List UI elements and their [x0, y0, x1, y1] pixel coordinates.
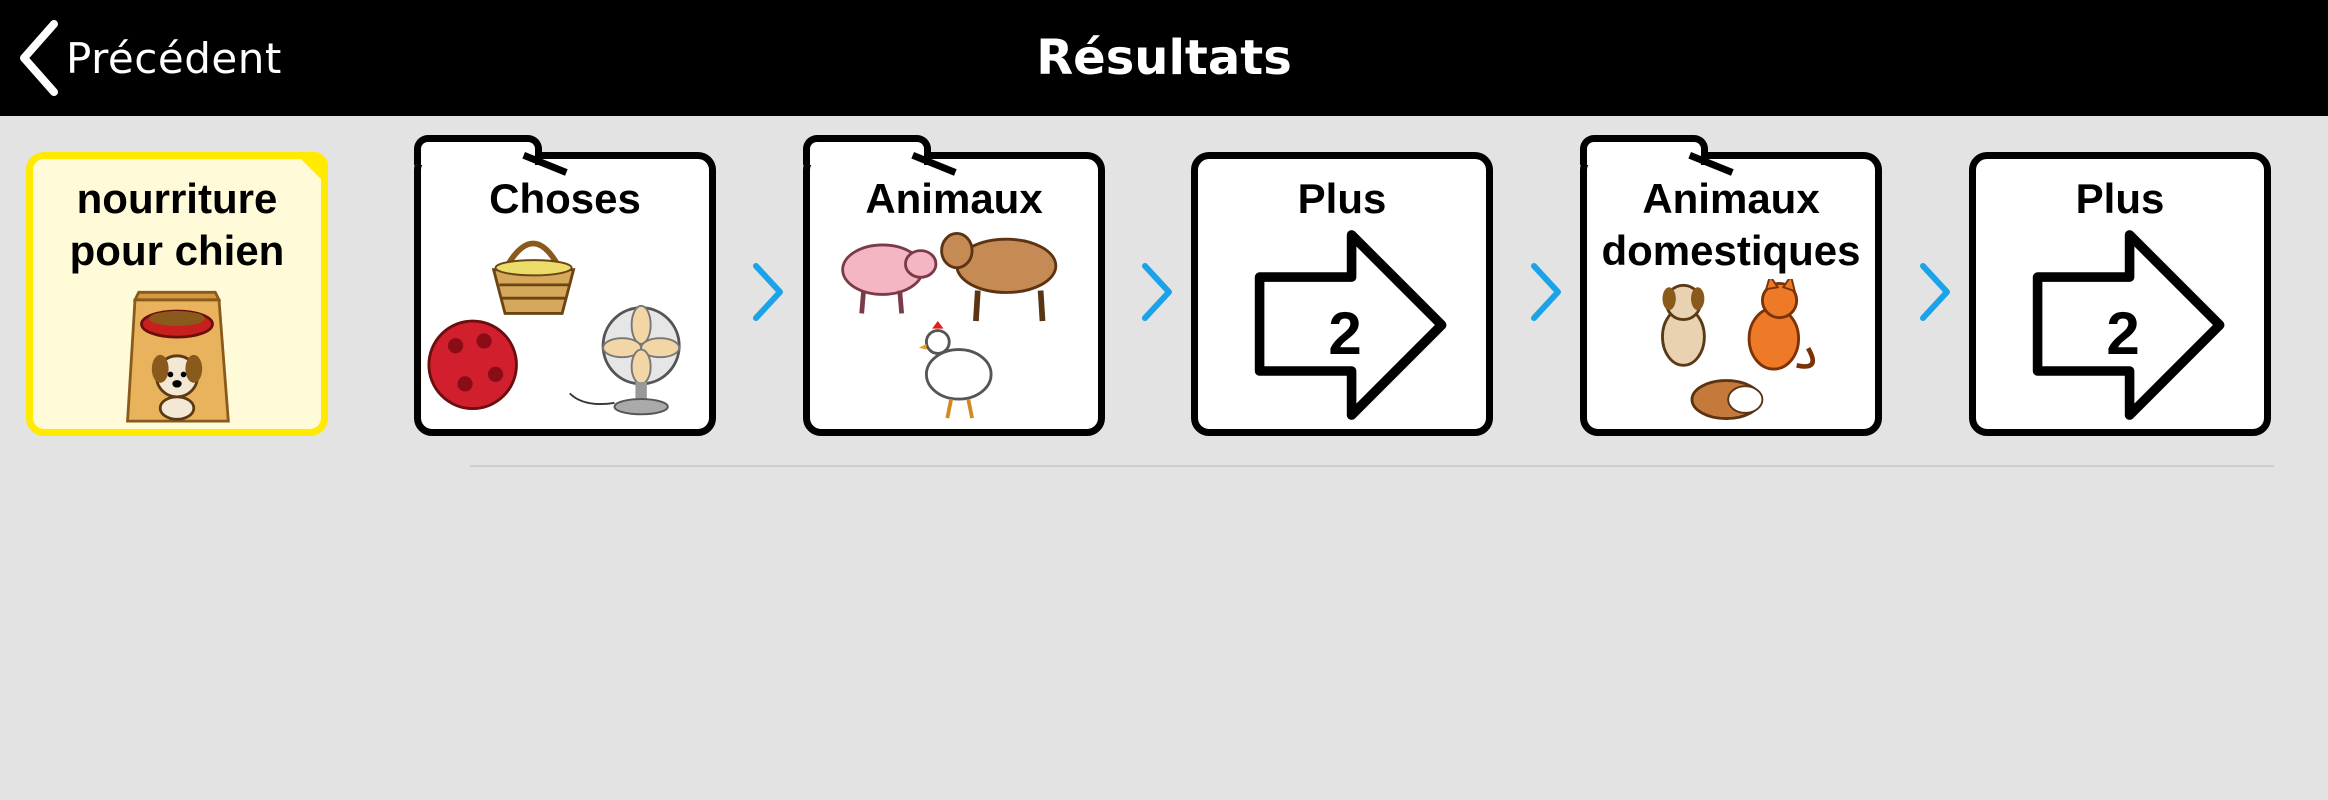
chevron-right-icon [1142, 263, 1172, 321]
farm-animals-icon [816, 221, 1092, 423]
folder-tab [414, 135, 542, 165]
path-tile-choses[interactable]: Choses [414, 135, 716, 436]
chevron-right-icon [1920, 263, 1950, 321]
chevron-right-icon [1531, 263, 1561, 321]
chevron-left-icon [20, 20, 58, 96]
back-button[interactable]: Précédent [14, 16, 282, 100]
chevron-right-icon [753, 263, 783, 321]
path-tile-animaux-domestiques[interactable]: Animaux domestiques [1580, 135, 1882, 436]
things-icon [427, 221, 703, 423]
page-title: Résultats [1036, 30, 1292, 86]
path-tile-label: Animaux domestiques [1601, 175, 1861, 274]
path-separator-chevron [1137, 260, 1177, 324]
page-number: 2 [1328, 300, 1362, 367]
back-button-label: Précédent [66, 33, 282, 83]
path-tile-label: Plus [2075, 175, 2165, 222]
path-tile-plus-page[interactable]: Plus 2 [1191, 152, 1493, 436]
path-separator-chevron [748, 260, 788, 324]
path-tile-animaux[interactable]: Animaux [803, 135, 1105, 436]
pets-icon [1593, 279, 1869, 423]
path-tile-plus-page[interactable]: Plus 2 [1969, 152, 2271, 436]
page-number: 2 [2106, 300, 2140, 367]
result-tile-label: nourriture pour chien [69, 175, 285, 274]
path-tile-label: Plus [1297, 175, 1387, 222]
results-divider [470, 465, 2274, 467]
result-tile-dog-food[interactable]: nourriture pour chien [26, 152, 328, 436]
folder-tab [1580, 135, 1708, 165]
path-tile-label: Animaux [865, 175, 1043, 222]
path-separator-chevron [1526, 260, 1566, 324]
path-tile-label: Choses [489, 175, 641, 222]
top-bar: Précédent Résultats [0, 0, 2328, 116]
folder-tab [803, 135, 931, 165]
path-separator-chevron [1915, 260, 1955, 324]
dog-food-bag-icon [39, 283, 315, 423]
